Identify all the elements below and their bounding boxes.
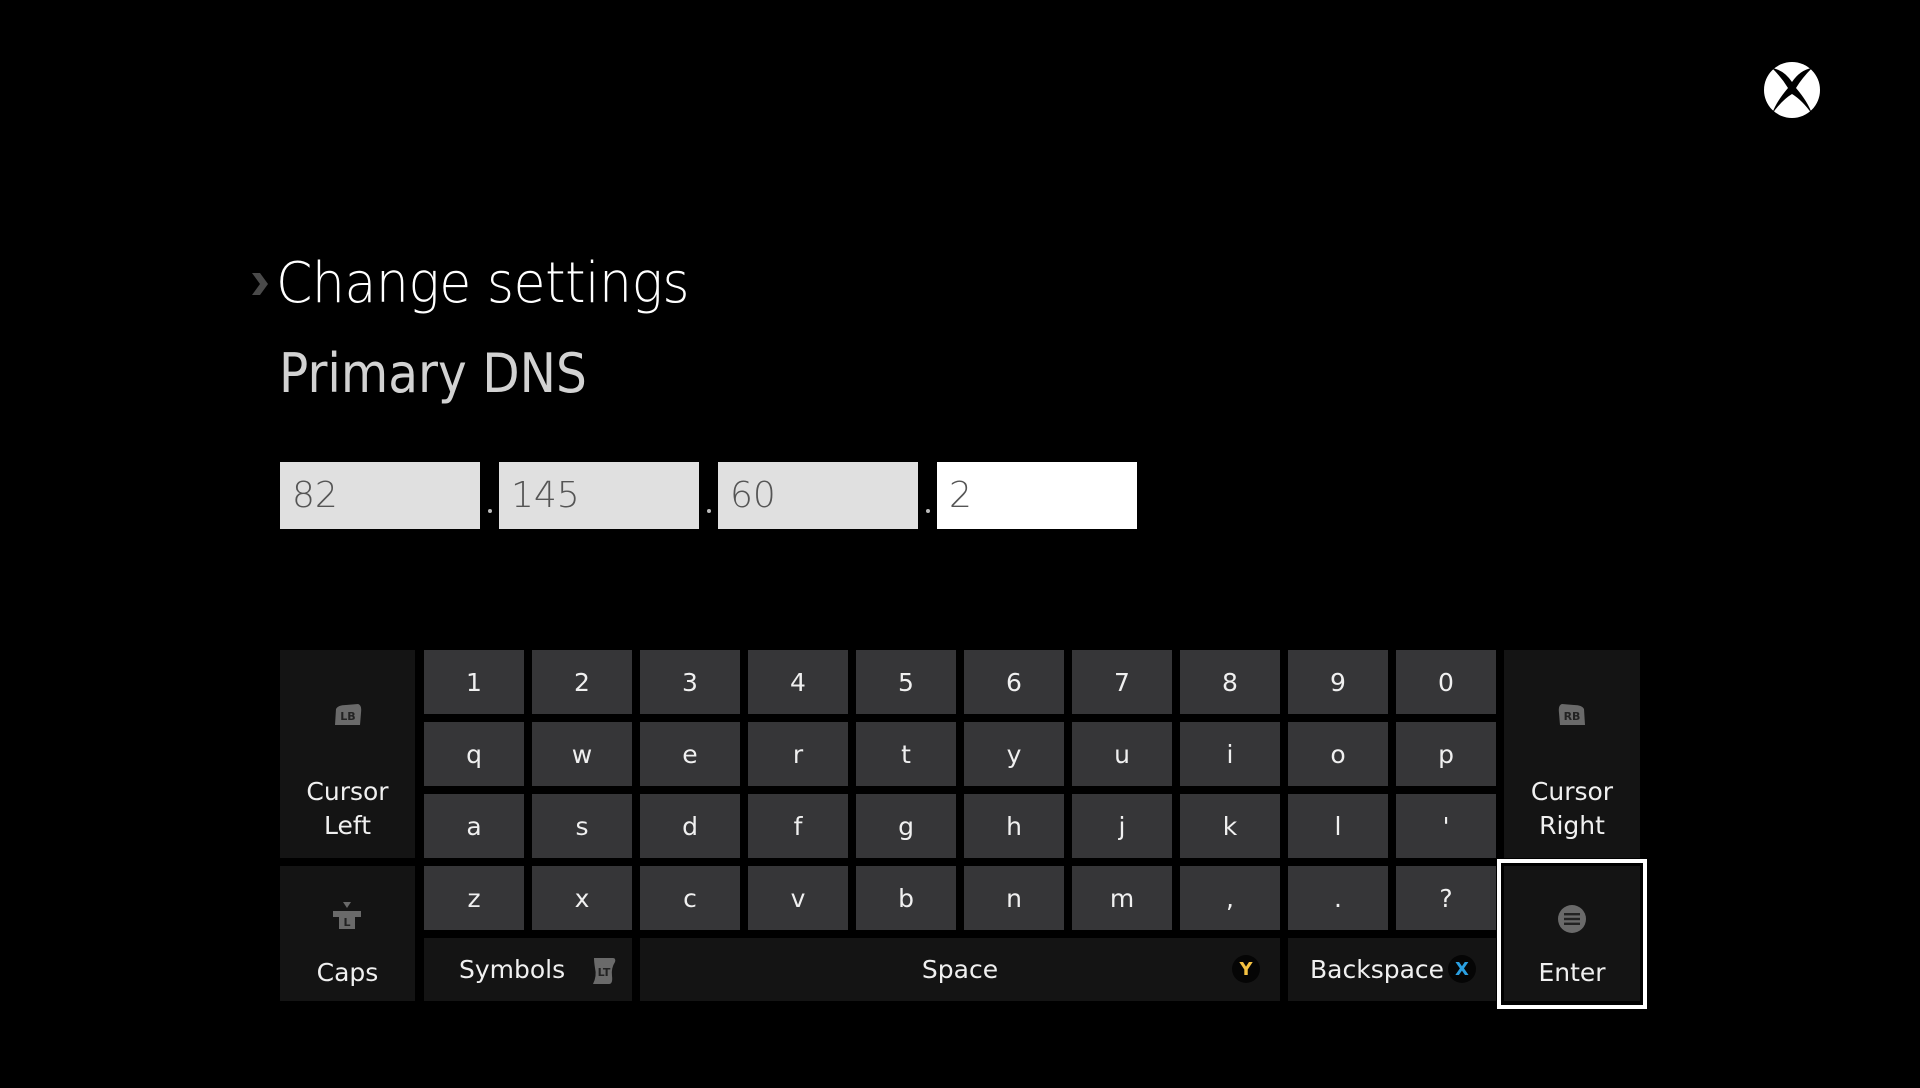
key[interactable]: 6 (964, 650, 1064, 714)
key[interactable]: s (532, 794, 632, 858)
svg-text:L: L (343, 916, 350, 929)
ip-separator-dot (707, 509, 711, 513)
key[interactable]: 1 (424, 650, 524, 714)
chevron-right-icon (252, 273, 268, 295)
cursor-left-line2: Left (323, 811, 372, 840)
cursor-right-line1: Cursor (1530, 777, 1614, 806)
xbox-logo-icon (1764, 62, 1820, 118)
svg-text:RB: RB (1564, 710, 1581, 723)
lb-bumper-icon: LB (335, 704, 362, 725)
key[interactable]: 9 (1288, 650, 1388, 714)
ip-octet-field-2[interactable] (499, 462, 699, 529)
key[interactable]: i (1180, 722, 1280, 786)
menu-button-icon (1558, 905, 1586, 933)
cursor-left-button[interactable]: LB Cursor Left (280, 650, 415, 858)
key[interactable]: m (1072, 866, 1172, 930)
symbols-button[interactable]: Symbols LT (424, 938, 632, 1001)
space-label: Space (921, 955, 999, 984)
key[interactable]: . (1288, 866, 1388, 930)
ip-octet-field-4[interactable] (937, 462, 1137, 529)
key[interactable]: 8 (1180, 650, 1280, 714)
key[interactable]: l (1288, 794, 1388, 858)
key[interactable]: u (1072, 722, 1172, 786)
cursor-right-line2: Right (1539, 811, 1605, 840)
left-trigger-icon: LT (593, 958, 616, 984)
enter-button[interactable]: Enter (1504, 866, 1640, 1001)
key[interactable]: p (1396, 722, 1496, 786)
key[interactable]: , (1180, 866, 1280, 930)
key[interactable]: r (748, 722, 848, 786)
space-button[interactable]: Space Y (640, 938, 1280, 1001)
key[interactable]: e (640, 722, 740, 786)
key[interactable]: 5 (856, 650, 956, 714)
left-trigger-caps-icon: L (333, 902, 361, 929)
key[interactable]: f (748, 794, 848, 858)
key[interactable]: g (856, 794, 956, 858)
key[interactable]: v (748, 866, 848, 930)
key[interactable]: n (964, 866, 1064, 930)
key[interactable]: j (1072, 794, 1172, 858)
caps-button[interactable]: L Caps (280, 866, 415, 1001)
backspace-label: Backspace (1310, 955, 1445, 984)
caps-label: Caps (316, 958, 379, 987)
key[interactable]: z (424, 866, 524, 930)
rb-bumper-icon: RB (1558, 704, 1585, 725)
key[interactable]: 3 (640, 650, 740, 714)
backspace-button[interactable]: Backspace X (1288, 938, 1496, 1001)
svg-text:LB: LB (340, 710, 355, 723)
key[interactable]: q (424, 722, 524, 786)
key[interactable]: 4 (748, 650, 848, 714)
ip-separator-dot (488, 509, 492, 513)
key[interactable]: 0 (1396, 650, 1496, 714)
key[interactable]: t (856, 722, 956, 786)
enter-label: Enter (1538, 958, 1606, 987)
key[interactable]: h (964, 794, 1064, 858)
y-button-icon: Y (1232, 955, 1260, 983)
cursor-left-line1: Cursor (306, 777, 389, 806)
page-title: Change settings (276, 251, 690, 316)
key[interactable]: ? (1396, 866, 1496, 930)
key[interactable]: 2 (532, 650, 632, 714)
ip-octet-field-3[interactable] (718, 462, 918, 529)
key[interactable]: c (640, 866, 740, 930)
symbols-label: Symbols (459, 955, 566, 984)
key[interactable]: 7 (1072, 650, 1172, 714)
key[interactable]: k (1180, 794, 1280, 858)
cursor-right-button[interactable]: RB Cursor Right (1504, 650, 1640, 858)
ip-separator-dot (926, 509, 930, 513)
key[interactable]: y (964, 722, 1064, 786)
page-subtitle: Primary DNS (279, 342, 587, 405)
key[interactable]: w (532, 722, 632, 786)
ip-octet-field-1[interactable] (280, 462, 480, 529)
key[interactable]: a (424, 794, 524, 858)
key[interactable]: x (532, 866, 632, 930)
key[interactable]: b (856, 866, 956, 930)
key[interactable]: o (1288, 722, 1388, 786)
x-button-icon: X (1448, 955, 1476, 983)
key[interactable]: ' (1396, 794, 1496, 858)
svg-text:LT: LT (598, 966, 611, 979)
key[interactable]: d (640, 794, 740, 858)
